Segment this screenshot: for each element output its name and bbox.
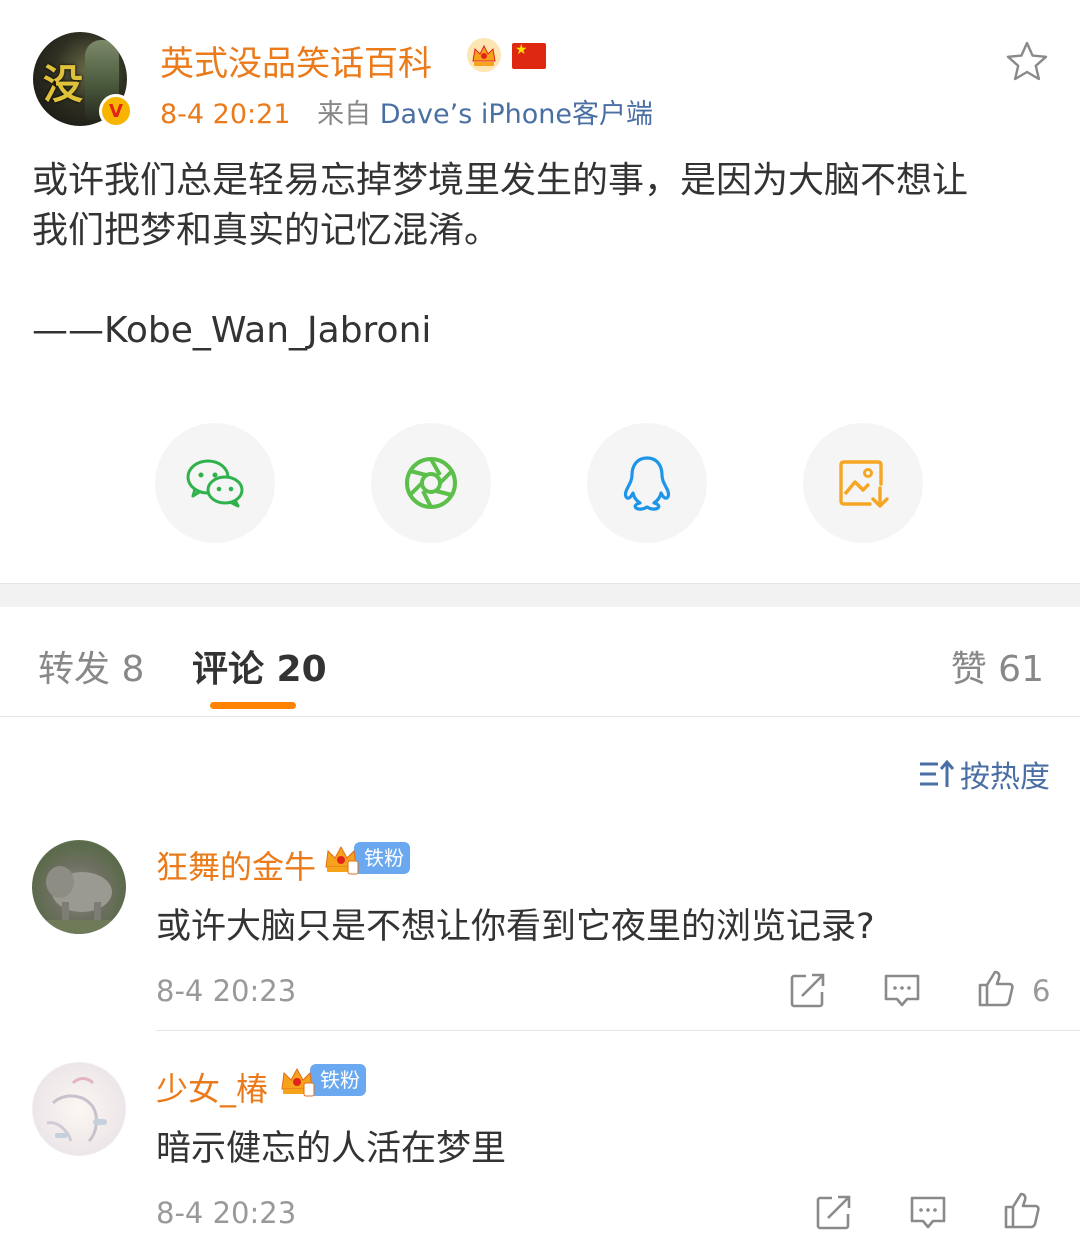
- share-qq-button[interactable]: [587, 423, 707, 543]
- avatar-image: [32, 866, 126, 934]
- qq-icon: [623, 456, 671, 511]
- crown-icon: [467, 38, 501, 72]
- repost-icon[interactable]: [788, 970, 828, 1010]
- verified-icon: V: [99, 94, 133, 128]
- post-body: 或许我们总是轻易忘掉梦境里发生的事，是因为大脑不想让 我们把梦和真实的记忆混淆。: [32, 156, 1042, 256]
- post-signature: ——Kobe_Wan_Jabroni: [32, 310, 432, 351]
- sort-icon: [920, 759, 954, 787]
- author-name[interactable]: 英式没品笑话百科: [160, 36, 432, 85]
- commenter-avatar[interactable]: [32, 840, 126, 934]
- like-count: 6: [1032, 974, 1051, 1008]
- comment-time: 8-4 20:23: [156, 974, 297, 1008]
- tab-like[interactable]: 赞 61: [951, 640, 1044, 692]
- fan-badge-label: 铁粉: [310, 1064, 366, 1096]
- post-header: 没 V 英式没品笑话百科 ★ 8-4 20:21 来自 Dave’s iPhon…: [0, 0, 1080, 140]
- active-tab-indicator: [210, 702, 296, 709]
- comment-time: 8-4 20:23: [156, 1196, 297, 1230]
- section-divider: [0, 583, 1080, 607]
- avatar-logo-text: 没: [43, 62, 83, 108]
- moments-icon: [405, 457, 457, 509]
- commenter-name[interactable]: 狂舞的金牛: [156, 842, 316, 888]
- post-from-label: 来自: [317, 99, 372, 130]
- tab-comment[interactable]: 评论 20: [192, 640, 327, 692]
- post-text: 或许我们总是轻易忘掉梦境里发生的事，是因为大脑不想让 我们把梦和真实的记忆混淆。: [32, 160, 969, 251]
- favorite-star-icon[interactable]: [1004, 40, 1050, 84]
- commenter-name[interactable]: 少女_椿: [156, 1064, 268, 1110]
- sort-by-hot-button[interactable]: 按热度: [918, 752, 1050, 796]
- save-image-icon: [839, 460, 889, 508]
- share-moments-button[interactable]: [371, 423, 491, 543]
- fan-badge: 铁粉: [278, 1063, 366, 1097]
- comment-icon[interactable]: [908, 1192, 948, 1232]
- avatar-image: [46, 1077, 107, 1143]
- fan-badge: 铁粉: [322, 841, 410, 875]
- repost-icon[interactable]: [814, 1192, 854, 1232]
- fan-crown-icon: [281, 1067, 315, 1097]
- commenter-avatar[interactable]: [32, 1062, 126, 1156]
- save-image-button[interactable]: [803, 423, 923, 543]
- like-icon[interactable]: [1002, 1190, 1042, 1230]
- share-wechat-button[interactable]: [155, 423, 275, 543]
- like-icon[interactable]: [976, 968, 1016, 1008]
- comment-text: 暗示健忘的人活在梦里: [156, 1129, 507, 1169]
- comment-text: 或许大脑只是不想让你看到它夜里的浏览记录?: [156, 907, 875, 947]
- comment-icon[interactable]: [882, 970, 922, 1010]
- tab-divider: [0, 716, 1080, 717]
- sort-label: 按热度: [960, 760, 1050, 795]
- fan-badge-label: 铁粉: [354, 842, 410, 874]
- comment-divider: [156, 1030, 1080, 1031]
- post-meta: 8-4 20:21 来自 Dave’s iPhone客户端: [160, 92, 653, 131]
- post-device[interactable]: Dave’s iPhone客户端: [380, 99, 653, 130]
- tab-repost[interactable]: 转发 8: [38, 640, 144, 692]
- fan-crown-icon: [325, 845, 359, 875]
- wechat-icon: [186, 459, 244, 508]
- post-time: 8-4 20:21: [160, 99, 291, 130]
- china-flag-icon: ★: [512, 43, 546, 69]
